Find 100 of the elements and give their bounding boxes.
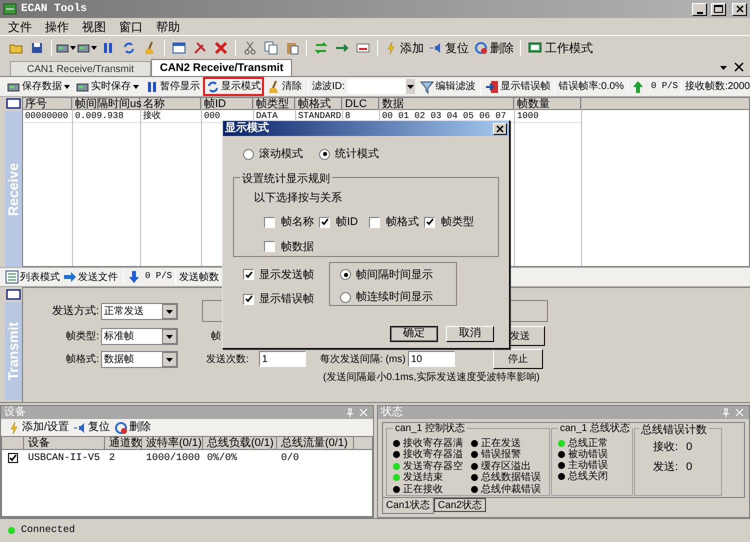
count-label: 发送: — [653, 460, 678, 474]
caret-icon — [162, 328, 177, 344]
caret-icon — [162, 352, 177, 366]
checkbox[interactable] — [319, 216, 330, 228]
toolbar-button[interactable]: 实时保存 — [73, 77, 142, 96]
dropdown[interactable]: 标准帧 — [101, 328, 178, 344]
menu-item[interactable]: 帮助 — [156, 18, 180, 36]
radio-button[interactable] — [340, 292, 351, 303]
column-header: 帧间隔时间us — [73, 98, 140, 110]
checkbox[interactable] — [424, 216, 435, 228]
checkbox[interactable] — [264, 216, 275, 228]
list-icon — [5, 270, 19, 284]
caret-icon — [91, 46, 97, 50]
menu-item[interactable]: 视图 — [82, 18, 106, 36]
table-cell-text: 0/0 — [280, 452, 300, 466]
toolbar-button[interactable]: 删除 — [114, 419, 152, 436]
checkbox-label: 显示错误帧 — [259, 292, 314, 307]
checkbox-label: 帧ID — [336, 215, 358, 230]
status-label: 主动错误 — [568, 460, 608, 471]
bar-icon — [356, 40, 370, 54]
window-icon — [172, 40, 186, 54]
field-label: 帧 — [211, 330, 221, 344]
radio-button[interactable] — [319, 148, 330, 160]
tab[interactable]: CAN1 Receive/Transmit — [10, 61, 151, 76]
speaker-icon — [429, 40, 443, 54]
count-label: 接收: — [653, 440, 678, 455]
menu-item[interactable]: 操作 — [45, 18, 69, 36]
toolbar-button[interactable]: 编辑滤波 — [418, 77, 478, 96]
close-icon — [496, 124, 504, 132]
table-cell: 1000 — [515, 110, 581, 123]
field-label: 发送方式: — [50, 304, 100, 319]
filter-field[interactable] — [346, 79, 416, 94]
toolbar-button[interactable]: 保存数据 — [4, 77, 73, 96]
checkbox[interactable] — [369, 216, 380, 228]
cut-icon — [243, 40, 257, 54]
status-label: 发送寄存器空 — [403, 460, 463, 472]
tab[interactable]: Can1状态 — [382, 498, 434, 514]
checkbox-label: 帧类型 — [441, 215, 474, 230]
side-label: Transmit — [4, 302, 22, 400]
toolbar-button[interactable]: 复位 — [427, 38, 471, 58]
close-icon[interactable] — [734, 62, 744, 72]
radio-label: 统计模式 — [335, 146, 379, 162]
field-label: 帧类型: — [65, 330, 100, 344]
work-mode-button[interactable]: 工作模式 — [525, 38, 596, 58]
checkbox[interactable] — [243, 294, 254, 305]
field-label: 滤波ID: — [312, 80, 345, 94]
radio-button[interactable] — [340, 269, 351, 280]
pause-icon — [145, 80, 159, 94]
menu-item[interactable]: 文件 — [8, 18, 32, 36]
broom-icon — [267, 80, 281, 94]
count-value: 0 — [686, 460, 692, 474]
down-arrow-icon[interactable] — [127, 270, 141, 284]
column-header: 帧ID — [202, 98, 253, 110]
toolbar-button[interactable]: 发送文件 — [61, 270, 120, 284]
column-header: 数据 — [380, 98, 514, 110]
input-field[interactable]: 10 — [408, 351, 455, 367]
rate-text: 0 P/S — [650, 80, 678, 93]
table-cell: 00000000 — [23, 110, 72, 123]
toolbar-button[interactable]: 暂停显示 — [142, 77, 203, 96]
toolbar-button[interactable]: 添加 — [382, 38, 426, 58]
close-button[interactable] — [493, 122, 507, 134]
dialog-title: 显示模式 — [225, 120, 269, 136]
stop-button[interactable]: 停止 — [493, 349, 543, 369]
status-label: 总线关闭 — [568, 471, 608, 482]
radio-button[interactable] — [243, 148, 254, 160]
toolbar-button[interactable]: 显示错误帧 — [484, 77, 552, 96]
toolbar-button[interactable]: 显示模式 — [203, 77, 264, 96]
up-arrow-icon — [630, 80, 645, 94]
status-label: 被动错误 — [568, 449, 608, 460]
panel-title: 状态 — [381, 404, 403, 420]
minimize-button[interactable] — [692, 2, 707, 16]
menu-item[interactable]: 窗口 — [119, 18, 143, 36]
tab[interactable]: CAN2 Receive/Transmit — [150, 59, 292, 76]
input-field[interactable]: 1 — [259, 351, 306, 367]
column-header: 帧数量 — [515, 98, 581, 110]
note-text: (发送间隔最小0.1ms,实际发送速度受波特率影响) — [323, 370, 540, 385]
copy-icon — [264, 40, 278, 54]
caret-icon — [70, 46, 76, 50]
checkbox-label: 帧名称 — [281, 215, 314, 230]
dropdown[interactable]: 正常发送 — [101, 302, 178, 320]
status-text: Connected — [21, 524, 76, 538]
panel-title: 设备 — [4, 405, 26, 420]
paste-icon — [285, 40, 299, 54]
toolbar-button[interactable]: 添加/设置 — [7, 419, 70, 436]
checkbox[interactable] — [8, 453, 18, 463]
status-label: 发送结束 — [403, 472, 443, 484]
cancel-button[interactable]: 取消 — [446, 326, 494, 342]
caret-icon — [162, 304, 177, 318]
checkbox[interactable] — [264, 241, 275, 252]
checkbox[interactable] — [243, 269, 254, 280]
monitor-icon — [528, 40, 542, 54]
maximize-button[interactable] — [711, 2, 726, 16]
checkbox-label: 帧格式 — [386, 215, 419, 230]
tab[interactable]: Can2状态 — [434, 498, 486, 512]
close-button[interactable] — [732, 2, 747, 16]
toolbar-button[interactable]: 复位 — [73, 419, 110, 436]
dropdown[interactable]: 数据帧 — [101, 350, 178, 368]
toolbar-button[interactable]: 列表模式 — [4, 270, 61, 284]
toolbar-button[interactable]: 清除 — [264, 77, 305, 96]
toolbar-button[interactable]: 删除 — [472, 38, 516, 58]
